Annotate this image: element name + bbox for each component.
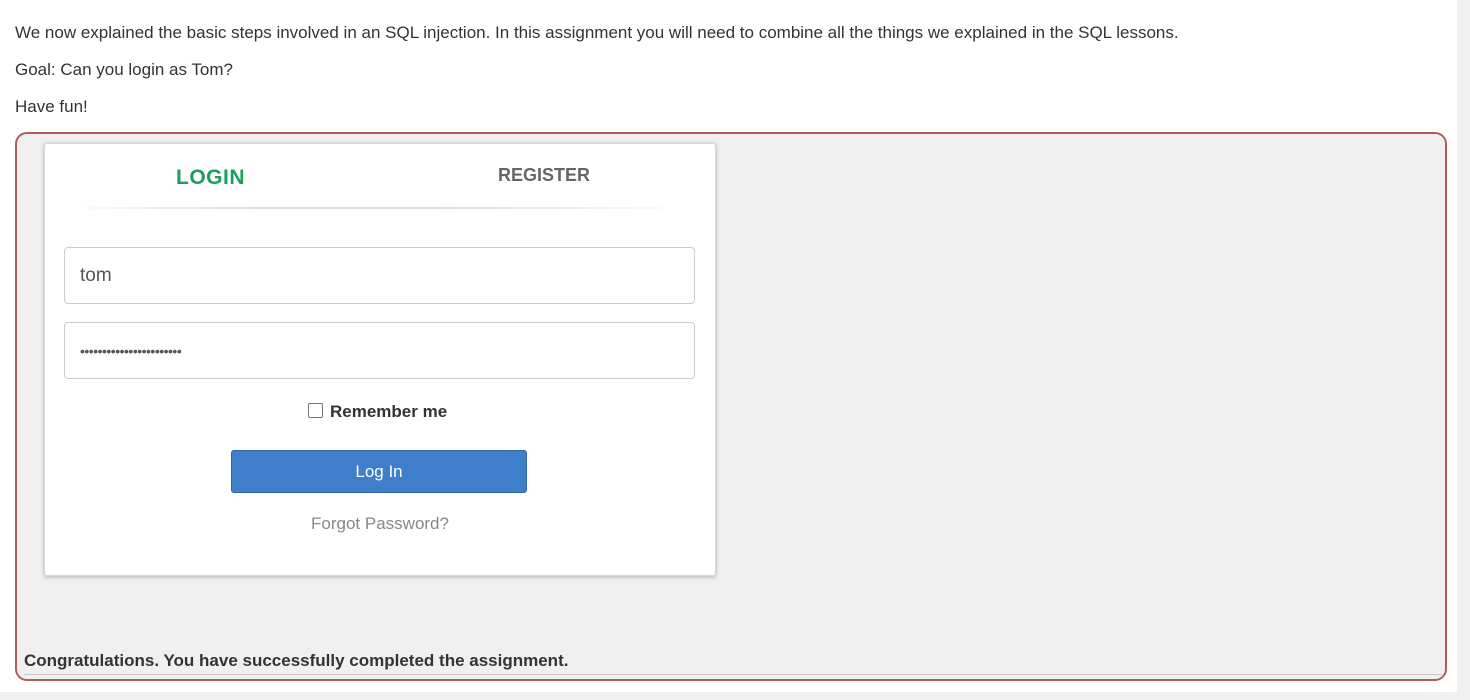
feedback-divider xyxy=(24,674,1442,675)
goal-paragraph: Goal: Can you login as Tom? xyxy=(15,60,233,79)
lesson-page: We now explained the basic steps involve… xyxy=(0,0,1457,692)
password-input[interactable]: ••••••••••••••••••••••• xyxy=(64,322,695,379)
forgot-password-link[interactable]: Forgot Password? xyxy=(45,514,715,534)
feedback-message: Congratulations. You have successfully c… xyxy=(24,651,569,670)
username-value: tom xyxy=(80,264,112,286)
tab-divider xyxy=(65,207,693,209)
login-panel: LOGIN REGISTER tom •••••••••••••••••••••… xyxy=(44,143,716,576)
remember-me: Remember me xyxy=(308,402,447,422)
remember-me-label[interactable]: Remember me xyxy=(330,402,447,422)
login-button-label: Log In xyxy=(355,461,403,481)
login-button[interactable]: Log In xyxy=(231,450,527,493)
intro-paragraph: We now explained the basic steps involve… xyxy=(15,23,1179,42)
tab-register[interactable]: REGISTER xyxy=(498,165,590,186)
password-masked-value: ••••••••••••••••••••••• xyxy=(80,342,182,359)
username-input[interactable]: tom xyxy=(64,247,695,304)
tab-login[interactable]: LOGIN xyxy=(176,166,245,190)
assignment-container: LOGIN REGISTER tom •••••••••••••••••••••… xyxy=(15,132,1447,681)
remember-me-checkbox[interactable] xyxy=(308,403,323,418)
have-fun-paragraph: Have fun! xyxy=(15,97,88,116)
